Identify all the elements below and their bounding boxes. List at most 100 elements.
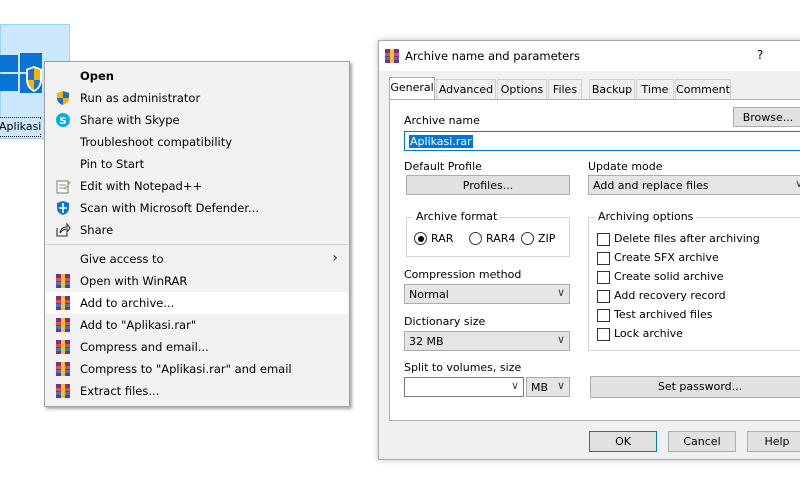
menu-item-label: Extract files... xyxy=(80,384,160,398)
general-panel: Archive name Browse... Aplikasi.rar ∨ De… xyxy=(389,99,800,421)
browse-button[interactable]: Browse... xyxy=(733,107,800,127)
radio-rar4-label: RAR4 xyxy=(486,232,516,245)
help-question-button[interactable]: ? xyxy=(757,48,763,62)
add-recovery-record-checkbox[interactable] xyxy=(597,290,610,303)
menu-item-label: Edit with Notepad++ xyxy=(80,179,203,193)
windows-app-icon xyxy=(0,53,42,93)
archive-name-combo[interactable]: Aplikasi.rar ∨ xyxy=(404,131,800,151)
archive-name-value: Aplikasi.rar xyxy=(409,135,473,148)
dialog-title: Archive name and parameters xyxy=(405,49,580,63)
menu-item-extract-files[interactable]: Extract files... xyxy=(46,380,348,402)
checkbox-label: Test archived files xyxy=(614,308,713,321)
tab-label: Options xyxy=(500,83,544,96)
archive-format-group: Archive format RAR RAR4 ZIP xyxy=(406,210,570,257)
menu-item-compress-to-rar-email[interactable]: Compress to "Aplikasi.rar" and email xyxy=(46,358,348,380)
chevron-down-icon: ∨ xyxy=(794,177,800,190)
menu-item-add-to-archive[interactable]: Add to archive... xyxy=(46,292,348,314)
create-sfx-checkbox[interactable] xyxy=(597,252,610,265)
profiles-button[interactable]: Profiles... xyxy=(406,175,570,195)
context-menu: Open Run as administrator S Share with S… xyxy=(44,61,350,407)
update-mode-value: Add and replace files xyxy=(593,179,709,192)
chevron-down-icon: ∨ xyxy=(510,379,519,392)
menu-item-pin-to-start[interactable]: Pin to Start xyxy=(46,153,348,175)
dictionary-size-value: 32 MB xyxy=(409,335,444,348)
svg-text:S: S xyxy=(59,116,66,127)
dialog-titlebar[interactable]: Archive name and parameters ? xyxy=(379,41,800,71)
delete-after-archiving-checkbox[interactable] xyxy=(597,233,610,246)
tab-backup[interactable]: Backup xyxy=(589,79,635,99)
menu-item-label: Open xyxy=(80,69,114,83)
menu-item-share[interactable]: Share xyxy=(46,219,348,241)
winrar-icon xyxy=(56,318,70,332)
menu-item-label: Share with Skype xyxy=(80,113,180,127)
menu-item-edit-notepad[interactable]: Edit with Notepad++ xyxy=(46,175,348,197)
radio-rar4[interactable] xyxy=(469,232,482,245)
chevron-down-icon: ∨ xyxy=(556,379,565,392)
compression-method-value: Normal xyxy=(409,288,449,301)
menu-item-open-winrar[interactable]: Open with WinRAR xyxy=(46,270,348,292)
tab-label: General xyxy=(390,81,434,94)
update-mode-label: Update mode xyxy=(588,160,663,173)
winrar-icon xyxy=(56,296,70,310)
menu-item-label: Add to "Aplikasi.rar" xyxy=(80,318,197,332)
archiving-options-label: Archiving options xyxy=(595,210,697,223)
radio-zip[interactable] xyxy=(521,232,534,245)
cancel-button[interactable]: Cancel xyxy=(668,431,736,452)
checkbox-label: Create solid archive xyxy=(614,270,724,283)
button-label: Profiles... xyxy=(462,179,514,192)
update-mode-select[interactable]: Add and replace files ∨ xyxy=(588,175,800,195)
tab-general[interactable]: General xyxy=(389,77,435,100)
tab-time[interactable]: Time xyxy=(636,79,674,99)
tab-label: Advanced xyxy=(438,83,494,96)
menu-item-label: Compress and email... xyxy=(80,340,209,354)
set-password-button[interactable]: Set password... xyxy=(590,376,800,398)
menu-item-label: Scan with Microsoft Defender... xyxy=(80,201,260,215)
menu-item-label: Pin to Start xyxy=(80,157,145,171)
share-icon xyxy=(56,222,71,237)
button-label: Set password... xyxy=(657,380,743,393)
tab-advanced[interactable]: Advanced xyxy=(436,79,496,99)
split-unit-select[interactable]: MB ∨ xyxy=(526,377,570,397)
menu-item-label: Run as administrator xyxy=(80,91,201,105)
winrar-icon xyxy=(385,49,399,63)
checkbox-label: Add recovery record xyxy=(614,289,726,302)
split-size-input[interactable]: ∨ xyxy=(404,377,524,397)
default-profile-label: Default Profile xyxy=(404,160,482,173)
menu-item-label: Open with WinRAR xyxy=(80,274,188,288)
menu-item-run-as-admin[interactable]: Run as administrator xyxy=(46,87,348,109)
radio-rar[interactable] xyxy=(414,232,427,245)
button-label: Cancel xyxy=(683,435,721,448)
tab-label: Comment xyxy=(676,83,730,96)
button-label: Browse... xyxy=(742,111,794,124)
menu-item-share-skype[interactable]: S Share with Skype xyxy=(46,109,348,131)
winrar-icon xyxy=(56,362,70,376)
menu-item-give-access[interactable]: Give access to › xyxy=(46,248,348,270)
menu-item-label: Give access to xyxy=(80,252,164,266)
menu-item-open[interactable]: Open xyxy=(46,65,348,87)
menu-item-add-to-rar[interactable]: Add to "Aplikasi.rar" xyxy=(46,314,348,336)
radio-rar-label: RAR xyxy=(431,232,454,245)
checkbox-label: Delete files after archiving xyxy=(614,232,760,245)
menu-item-troubleshoot[interactable]: Troubleshoot compatibility xyxy=(46,131,348,153)
button-label: OK xyxy=(615,435,631,448)
dictionary-size-select[interactable]: 32 MB ∨ xyxy=(404,331,570,351)
menu-item-compress-email[interactable]: Compress and email... xyxy=(46,336,348,358)
tab-files[interactable]: Files xyxy=(548,79,582,99)
create-solid-checkbox[interactable] xyxy=(597,271,610,284)
archive-format-label: Archive format xyxy=(413,210,501,223)
lock-archive-checkbox[interactable] xyxy=(597,328,610,341)
compression-method-select[interactable]: Normal ∨ xyxy=(404,284,570,304)
menu-item-scan-defender[interactable]: Scan with Microsoft Defender... xyxy=(46,197,348,219)
menu-item-label: Add to archive... xyxy=(80,296,175,310)
tab-label: Time xyxy=(641,83,669,96)
help-button[interactable]: Help xyxy=(747,431,800,452)
split-unit-value: MB xyxy=(531,381,549,394)
checkbox-label: Lock archive xyxy=(614,327,683,340)
tab-options[interactable]: Options xyxy=(497,79,547,99)
ok-button[interactable]: OK xyxy=(589,431,657,452)
menu-item-label: Compress to "Aplikasi.rar" and email xyxy=(80,362,292,376)
tab-comment[interactable]: Comment xyxy=(675,79,731,99)
test-archived-files-checkbox[interactable] xyxy=(597,309,610,322)
checkbox-label: Create SFX archive xyxy=(614,251,719,264)
winrar-icon xyxy=(56,384,70,398)
